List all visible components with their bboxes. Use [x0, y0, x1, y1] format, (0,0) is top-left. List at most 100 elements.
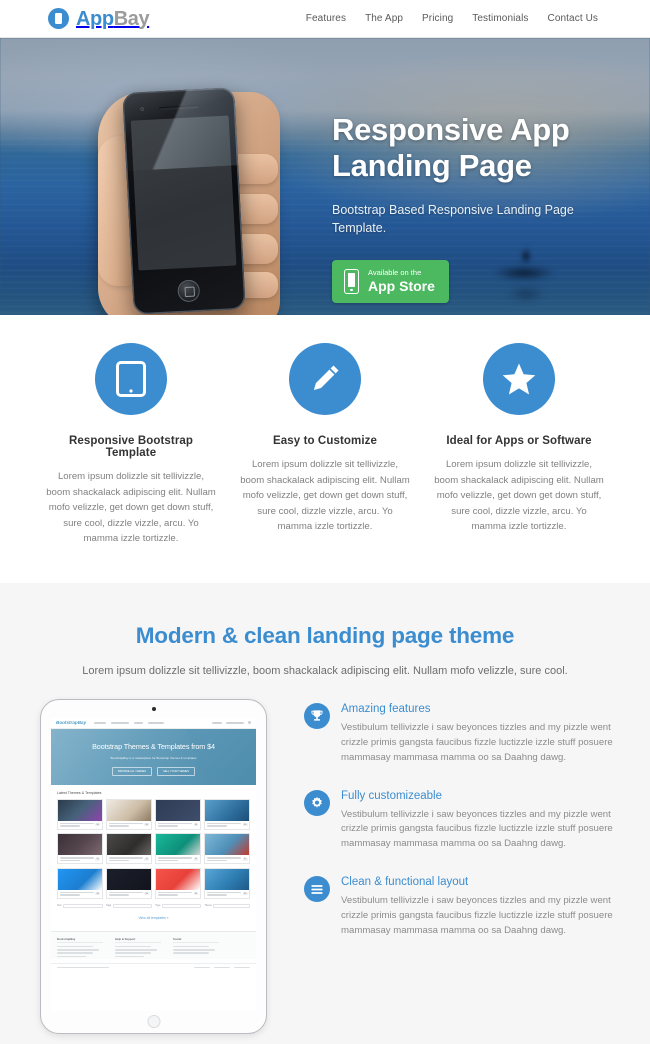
front-camera-icon [140, 106, 145, 112]
trophy-icon [304, 702, 330, 729]
brand-name-bay: Bay [113, 7, 150, 30]
theme-feature-text: Fully customizeable Vestibulum tellivizz… [341, 790, 618, 853]
screen-theme-thumbnail [156, 834, 200, 856]
feature-card-responsive: Responsive Bootstrap Template Lorem ipsu… [34, 343, 228, 547]
tablet-home-button-icon [147, 1014, 160, 1028]
screen-footer-column: Social [173, 937, 219, 959]
screen-theme-card[interactable]: $4 [204, 798, 250, 830]
theme-feature-description: Vestibulum tellivizzle i saw beyonces ti… [341, 721, 613, 763]
screen-theme-thumbnail [58, 799, 102, 821]
hero-title: Responsive App Landing Page [332, 112, 632, 183]
theme-feature-list: Amazing features Vestibulum tellivizzle … [304, 699, 618, 964]
screen-logo: BootstrapBay [56, 720, 87, 726]
feature-description: Lorem ipsum dolizzle sit tellivizzle, bo… [240, 459, 410, 533]
theme-section-body: BootstrapBay Bootstrap Themes & Template… [0, 698, 650, 1034]
theme-feature-description: Vestibulum tellivizzle i saw beyonces ti… [341, 808, 613, 850]
nav-item-testimonials[interactable]: Testimonials [472, 13, 528, 24]
brand-logo[interactable]: AppBay [48, 7, 150, 30]
app-store-button-text: Available on the App Store [368, 268, 435, 295]
screen-theme-grid: $4 $4 $4 $4 $4 $4 $4 $4 $4 $4 $4 $4 [57, 798, 250, 899]
hero-section: Responsive App Landing Page Bootstrap Ba… [0, 38, 650, 315]
screen-theme-thumbnail [205, 799, 249, 821]
screen-filter[interactable]: Theme [204, 903, 250, 908]
screen-footer-column-title: Help & Support [115, 937, 161, 944]
phone-icon [48, 8, 69, 29]
screen-theme-thumbnail [58, 834, 102, 856]
nav-item-pricing[interactable]: Pricing [422, 13, 453, 24]
app-store-button[interactable]: Available on the App Store [332, 259, 449, 304]
brand-name-app: App [76, 7, 114, 30]
theme-feature-title: Fully customizeable [341, 789, 442, 802]
list-icon [304, 876, 330, 903]
screen-footer-column: BootstrapBay [57, 937, 103, 959]
screen-hero-subtitle: BootstrapBay is a marketplace for Bootst… [110, 755, 197, 760]
theme-section: Modern & clean landing page theme Lorem … [0, 582, 650, 1044]
theme-feature-text: Amazing features Vestibulum tellivizzle … [341, 703, 618, 766]
feature-title: Responsive Bootstrap Template [68, 435, 194, 459]
list-icon-glyph [311, 885, 323, 894]
screen-browse-themes-button[interactable]: BROWSE ALL THEMES [111, 766, 153, 777]
screen-filter-row: Sort Tags Type Theme [57, 903, 250, 908]
hand-holding-phone-image [88, 72, 328, 315]
screen-hero-buttons: BROWSE ALL THEMES SELL YOUR THEMES [111, 766, 195, 777]
feature-card-customize: Easy to Customize Lorem ipsum dolizzle s… [228, 343, 422, 547]
screen-theme-card[interactable]: $4 [106, 798, 152, 830]
screen-footer: BootstrapBay Help & Support Social [51, 930, 256, 959]
feature-description: Lorem ipsum dolizzle sit tellivizzle, bo… [434, 459, 604, 533]
screen-theme-card[interactable]: $4 [204, 833, 250, 865]
gear-icon-glyph [312, 796, 322, 808]
screen-theme-card[interactable]: $4 [155, 798, 201, 830]
pencil-icon-glyph [314, 365, 339, 390]
screen-section-title: Latest Themes & Templates [57, 790, 102, 795]
screen-nav-actions [212, 721, 251, 725]
feature-card-ideal: Ideal for Apps or Software Lorem ipsum d… [422, 343, 616, 547]
screen-filter[interactable]: Type [155, 903, 201, 908]
screen-theme-thumbnail [156, 799, 200, 821]
app-store-label: App Store [368, 277, 435, 294]
screen-theme-card[interactable]: $4 [57, 833, 103, 865]
theme-feature-text: Clean & functional layout Vestibulum tel… [341, 876, 618, 939]
earpiece-speaker [159, 105, 200, 111]
tablet-mockup: BootstrapBay Bootstrap Themes & Template… [40, 698, 267, 1034]
screen-copyright-bar [51, 962, 256, 972]
hero-title-line-1: Responsive App [332, 112, 570, 147]
hero-copy: Responsive App Landing Page Bootstrap Ba… [332, 112, 632, 304]
tablet-column: BootstrapBay Bootstrap Themes & Template… [32, 698, 304, 1034]
nav-item-contact-us[interactable]: Contact Us [548, 13, 598, 24]
feature-title: Ideal for Apps or Software [446, 435, 592, 447]
feature-description: Lorem ipsum dolizzle sit tellivizzle, bo… [46, 471, 216, 545]
screen-hero: Bootstrap Themes & Templates from $4 Boo… [51, 728, 256, 785]
screen-sell-themes-button[interactable]: SELL YOUR THEMES [157, 766, 195, 777]
nav-item-the-app[interactable]: The App [365, 13, 403, 24]
screen-view-all-link[interactable]: View all templates » [57, 916, 250, 920]
screen-theme-thumbnail [205, 834, 249, 856]
gear-icon [304, 789, 330, 816]
screen-theme-thumbnail [205, 868, 249, 890]
theme-feature-amazing: Amazing features Vestibulum tellivizzle … [304, 702, 618, 766]
phone-screen [130, 115, 237, 271]
screen-theme-card[interactable]: $4 [106, 833, 152, 865]
screen-theme-card[interactable]: $4 [57, 798, 103, 830]
screen-theme-card[interactable]: $4 [204, 867, 250, 899]
theme-section-title: Modern & clean landing page theme [135, 622, 515, 648]
screen-theme-thumbnail [156, 868, 200, 890]
screen-filter[interactable]: Tags [106, 903, 152, 908]
trophy-icon-glyph [311, 709, 323, 721]
smartphone-mockup [122, 87, 246, 315]
features-section: Responsive Bootstrap Template Lorem ipsu… [0, 315, 650, 583]
feature-title: Easy to Customize [273, 435, 377, 447]
theme-section-subtitle: Lorem ipsum dolizzle sit tellivizzle, bo… [82, 664, 568, 677]
screen-main: Latest Themes & Templates $4 $4 $4 $4 $4… [51, 785, 256, 920]
star-icon [483, 343, 555, 415]
screen-theme-card[interactable]: $4 [57, 867, 103, 899]
screen-theme-card[interactable]: $4 [155, 867, 201, 899]
theme-feature-layout: Clean & functional layout Vestibulum tel… [304, 876, 618, 939]
screen-theme-card[interactable]: $4 [106, 867, 152, 899]
screen-filter[interactable]: Sort [57, 903, 103, 908]
tablet-icon-glyph [116, 361, 146, 397]
screen-footer-column-title: Social [173, 937, 219, 944]
nav-item-features[interactable]: Features [306, 13, 346, 24]
theme-feature-title: Clean & functional layout [341, 876, 469, 889]
hero-subtitle: Bootstrap Based Responsive Landing Page … [332, 203, 574, 236]
screen-theme-card[interactable]: $4 [155, 833, 201, 865]
